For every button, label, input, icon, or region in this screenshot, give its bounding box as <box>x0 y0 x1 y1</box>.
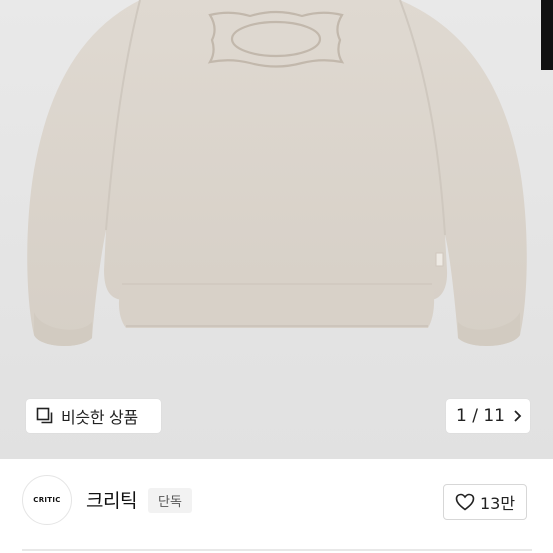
sweatshirt-illustration <box>27 0 527 346</box>
exclusive-badge: 단독 <box>148 488 192 513</box>
squares-icon <box>36 407 54 425</box>
edge-shadow <box>541 0 553 70</box>
shop-logo-text: CRITIC <box>33 496 61 504</box>
like-count: 13만 <box>479 494 516 513</box>
shop-name[interactable]: 크리틱 <box>86 486 137 513</box>
chevron-right-icon <box>513 409 522 423</box>
heart-icon <box>455 493 475 511</box>
shop-logo[interactable]: CRITIC <box>22 475 72 525</box>
image-pager-button[interactable]: 1 / 11 <box>446 399 530 433</box>
similar-products-label: 비슷한 상품 <box>61 408 138 427</box>
divider <box>22 549 532 551</box>
image-pager-count: 1 / 11 <box>456 406 505 426</box>
like-button[interactable]: 13만 <box>443 484 527 520</box>
product-image[interactable]: 비슷한 상품 1 / 11 <box>0 0 553 459</box>
similar-products-button[interactable]: 비슷한 상품 <box>26 399 161 433</box>
